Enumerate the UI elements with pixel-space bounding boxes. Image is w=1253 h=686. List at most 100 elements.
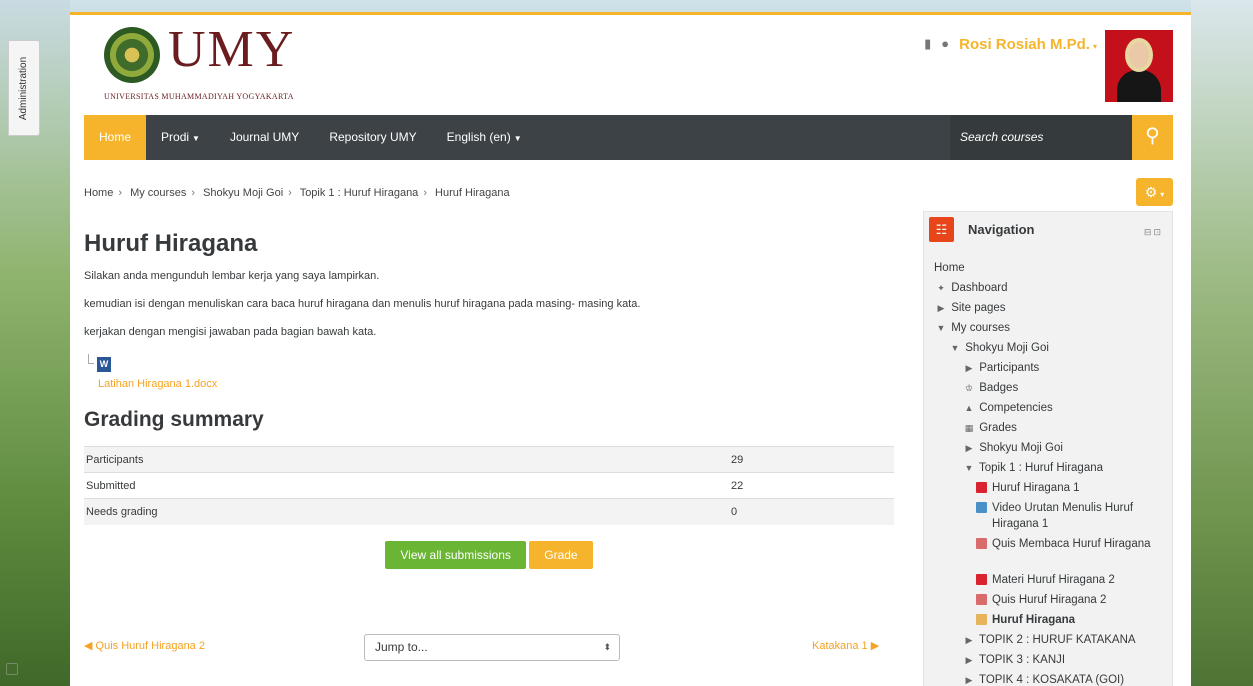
administration-tab-label: Administration xyxy=(18,56,30,120)
grading-value: 29 xyxy=(729,446,894,473)
nav-repository-umy[interactable]: Repository UMY xyxy=(314,115,431,160)
previous-activity-link[interactable]: ◀ Quis Huruf Hiragana 2 xyxy=(84,639,205,652)
intro-paragraph-1: Silakan anda mengunduh lembar kerja yang… xyxy=(84,270,380,282)
main-content: Huruf Hiragana Silakan anda mengunduh le… xyxy=(84,230,894,569)
nav-language[interactable]: English (en) ▼ xyxy=(432,115,537,160)
user-menu: ▮ ● Rosi Rosiah M.Pd. ▾ xyxy=(924,30,1173,102)
grading-label: Participants xyxy=(84,446,729,473)
navigation-title: Navigation xyxy=(968,222,1035,237)
search-input[interactable]: Search courses xyxy=(950,115,1132,160)
grading-value: 22 xyxy=(729,472,894,499)
grading-value: 0 xyxy=(729,498,894,525)
competency-icon: ▲ xyxy=(964,403,974,413)
expand-icon: ▶ xyxy=(965,363,973,373)
message-icon[interactable]: ▮ xyxy=(924,36,931,52)
breadcrumb-my-courses[interactable]: My courses xyxy=(130,187,186,199)
nav-tree-item[interactable]: ▼ Topik 1 : Huruf Hiragana xyxy=(924,458,1174,478)
breadcrumb-current[interactable]: Huruf Hiragana xyxy=(435,187,510,199)
sitemap-icon: ☷ xyxy=(929,217,954,242)
nav-tree-item-current[interactable]: Huruf Hiragana xyxy=(924,610,1174,630)
avatar[interactable] xyxy=(1105,30,1173,102)
chevron-left-icon: ◀ xyxy=(84,640,93,652)
nav-tree-item[interactable]: ✦ Dashboard xyxy=(924,278,1174,298)
nav-tree-item[interactable]: ▶ TOPIK 4 : KOSAKATA (GOI) xyxy=(924,670,1174,686)
nav-tree-item[interactable]: ▶ Site pages xyxy=(924,298,1174,318)
collapse-icon: ▼ xyxy=(964,463,974,473)
chevron-down-icon: ▼ xyxy=(192,134,200,143)
grades-table-icon: ▦ xyxy=(964,423,974,433)
nav-tree-item[interactable]: ▼ Shokyu Moji Goi xyxy=(924,338,1174,358)
nav-tree-item[interactable]: ▶ TOPIK 2 : HURUF KATAKANA xyxy=(924,630,1174,650)
chevron-down-icon: ▼ xyxy=(513,134,522,143)
bottom-corner-icon xyxy=(6,663,18,675)
nav-tree-item[interactable]: ▦ Grades xyxy=(924,418,1174,438)
assignment-icon xyxy=(976,614,987,626)
dashboard-icon: ✦ xyxy=(937,283,945,293)
nav-home[interactable]: Home xyxy=(84,115,147,160)
bell-icon[interactable]: ● xyxy=(941,36,949,51)
breadcrumb-topic[interactable]: Topik 1 : Huruf Hiragana xyxy=(300,187,419,199)
word-file-icon: W xyxy=(97,357,111,372)
expand-icon: ▶ xyxy=(965,635,973,645)
table-row: Participants 29 xyxy=(84,446,894,473)
next-activity-link[interactable]: Katakana 1 ▶ xyxy=(812,639,879,652)
attachment-link[interactable]: Latihan Hiragana 1.docx xyxy=(98,378,894,390)
intro-paragraph-2: kemudian isi dengan menuliskan cara baca… xyxy=(84,298,641,310)
nav-tree-item[interactable]: ▶ Shokyu Moji Goi xyxy=(924,438,1174,458)
nav-tree-item[interactable]: ▶ Participants xyxy=(924,358,1174,378)
site-logo[interactable]: UMY UNIVERSITAS MUHAMMADIYAH YOGYAKARTA xyxy=(104,24,295,101)
nav-tree-item[interactable]: Video Urutan Menulis Huruf Hiragana 1 xyxy=(924,498,1174,534)
nav-tree-item[interactable]: Home xyxy=(924,258,1174,278)
nav-tree-item[interactable]: Quis Huruf Hiragana 2 xyxy=(924,590,1174,610)
file-tree: W xyxy=(88,354,894,374)
nav-tree-item[interactable]: ♔ Badges xyxy=(924,378,1174,398)
grading-table: Participants 29 Submitted 22 Needs gradi… xyxy=(84,446,894,525)
nav-prodi[interactable]: Prodi ▼ xyxy=(146,115,215,160)
nav-tree-item[interactable]: Huruf Hiragana 1 xyxy=(924,478,1174,498)
block-controls[interactable]: ⊟⊡ xyxy=(1144,227,1163,238)
nav-tree-item[interactable]: ▶ TOPIK 3 : KANJI xyxy=(924,650,1174,670)
video-file-icon xyxy=(976,502,987,514)
trophy-icon: ♔ xyxy=(964,383,974,393)
select-arrows-icon: ⬍ xyxy=(603,642,611,652)
quiz-icon xyxy=(976,594,987,606)
nav-tree-item[interactable]: ▲ Competencies xyxy=(924,398,1174,418)
pdf-file-icon xyxy=(976,482,987,494)
page-title: Huruf Hiragana xyxy=(84,230,258,257)
collapse-icon: ▼ xyxy=(936,323,946,333)
expand-icon: ▶ xyxy=(965,655,973,665)
administration-tab[interactable]: Administration xyxy=(8,40,40,136)
nav-tree-item[interactable]: Materi Huruf Hiragana 2 xyxy=(924,570,1174,590)
breadcrumb-home[interactable]: Home xyxy=(84,187,113,199)
collapse-icon: ▼ xyxy=(950,343,960,353)
navigation-block: ☷ Navigation ⊟⊡ Home ✦ Dashboard ▶ Site … xyxy=(923,211,1173,686)
table-row: Needs grading 0 xyxy=(84,498,894,525)
search-icon[interactable]: ⚲ xyxy=(1132,115,1173,160)
pdf-file-icon xyxy=(976,574,987,586)
grade-button[interactable]: Grade xyxy=(529,540,593,569)
nav-tree-item[interactable]: Quis Membaca Huruf Hiragana xyxy=(924,534,1174,570)
main-navbar: Home Prodi ▼ Journal UMY Repository UMY E… xyxy=(84,115,1173,160)
gear-icon[interactable]: ⚙ ▾ xyxy=(1136,178,1173,206)
user-name[interactable]: Rosi Rosiah M.Pd. ▾ xyxy=(959,36,1097,53)
quiz-icon xyxy=(976,538,987,550)
expand-icon: ▶ xyxy=(965,675,973,685)
breadcrumb: Home › My courses › Shokyu Moji Goi › Topik… xyxy=(84,187,510,199)
jump-to-select[interactable]: Jump to... ⬍ xyxy=(364,634,620,661)
breadcrumb-course[interactable]: Shokyu Moji Goi xyxy=(203,187,283,199)
nav-journal-umy[interactable]: Journal UMY xyxy=(215,115,314,160)
background-right xyxy=(1191,0,1253,686)
view-all-submissions-button[interactable]: View all submissions xyxy=(385,540,526,569)
page-container: UMY UNIVERSITAS MUHAMMADIYAH YOGYAKARTA … xyxy=(70,12,1191,686)
umy-seal-icon xyxy=(104,27,160,83)
table-row: Submitted 22 xyxy=(84,472,894,499)
navigation-tree: Home ✦ Dashboard ▶ Site pages ▼ My cours… xyxy=(924,258,1174,686)
grading-label: Needs grading xyxy=(84,498,729,525)
expand-icon: ▶ xyxy=(965,443,973,453)
grading-summary-title: Grading summary xyxy=(84,408,264,431)
action-buttons: View all submissions Grade xyxy=(84,540,894,569)
logo-subtitle: UNIVERSITAS MUHAMMADIYAH YOGYAKARTA xyxy=(104,92,294,101)
nav-tree-item[interactable]: ▼ My courses xyxy=(924,318,1174,338)
chevron-right-icon: ▶ xyxy=(870,640,880,652)
expand-icon: ▶ xyxy=(937,303,945,313)
